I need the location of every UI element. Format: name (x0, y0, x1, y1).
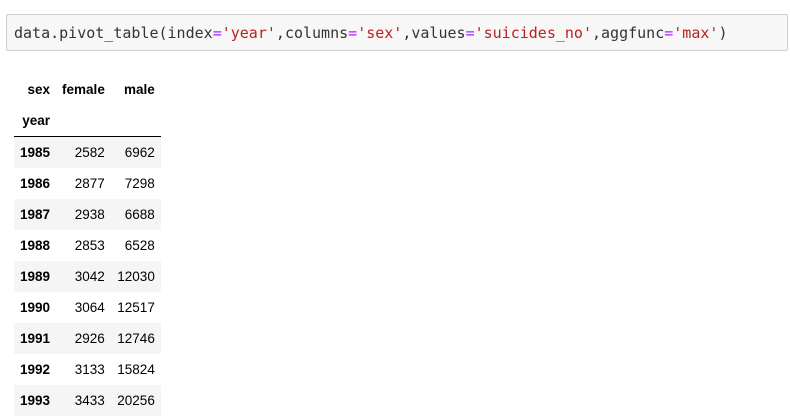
index-name-row: year (14, 105, 161, 137)
cell-female: 2582 (74, 145, 105, 160)
row-index-year: 1986 (20, 176, 51, 191)
code-token: = (212, 23, 222, 42)
cell-female: 3064 (74, 300, 105, 315)
index-name-spacer (56, 105, 111, 137)
cell-female: 2938 (74, 207, 105, 222)
code-input-cell[interactable]: data. pivot_table(index ='year', columns ='s… (6, 14, 788, 51)
table-row: 1988 2853 6528 (14, 230, 161, 261)
index-name-header: year (14, 105, 57, 137)
cell-female: 2877 (74, 176, 105, 191)
code-token: , (592, 23, 602, 42)
cell-male: 6962 (124, 145, 155, 160)
cell-male: 20256 (117, 393, 155, 408)
table-row: 1986 2877 7298 (14, 168, 161, 199)
code-token: 'sex' (357, 23, 403, 42)
code-token: pivot_table (59, 23, 159, 42)
code-token: aggfunc (601, 23, 665, 42)
code-token: 'max' (673, 23, 719, 42)
code-token: . (50, 23, 60, 42)
columns-name-header: sex (27, 82, 51, 97)
cell-male: 6528 (124, 238, 155, 253)
index-name-spacer (110, 105, 161, 137)
cell-female: 2926 (74, 331, 105, 346)
table-row: 1985 2582 6962 (14, 136, 161, 168)
row-index-year: 1991 (20, 331, 51, 346)
row-index-year: 1987 (20, 207, 51, 222)
cell-female: 3133 (74, 362, 105, 377)
row-index-year: 1993 (20, 393, 51, 408)
code-token: index (167, 23, 213, 42)
columns-header-row: sex female male (14, 74, 161, 105)
cell-male: 12746 (117, 331, 155, 346)
column-header-male: male (124, 82, 155, 97)
code-token: columns (284, 23, 349, 42)
code-token: values (411, 23, 466, 42)
row-index-year: 1989 (20, 269, 51, 284)
code-token: 'year' (221, 23, 276, 42)
code-token: = (664, 23, 674, 42)
row-index-year: 1992 (20, 362, 51, 377)
table-row: 1993 3433 20256 (14, 385, 161, 416)
code-token: data (14, 23, 51, 42)
code-token: = (348, 23, 358, 42)
code-token: , (275, 23, 285, 42)
row-index-year: 1990 (20, 300, 51, 315)
code-token: ) (718, 23, 728, 42)
cell-female: 3042 (74, 269, 105, 284)
cell-male: 12517 (117, 300, 155, 315)
cell-female: 2853 (74, 238, 105, 253)
table-row: 1992 3133 15824 (14, 354, 161, 385)
table-row: 1989 3042 12030 (14, 261, 161, 292)
table-row: 1990 3064 12517 (14, 292, 161, 323)
table-row: 1987 2938 6688 (14, 199, 161, 230)
cell-male: 6688 (124, 207, 155, 222)
pivot-table-output: sex female male year 1985 2582 6962 1986… (14, 74, 161, 416)
cell-male: 15824 (117, 362, 155, 377)
cell-female: 3433 (74, 393, 105, 408)
cell-male: 12030 (117, 269, 155, 284)
row-index-year: 1985 (20, 145, 51, 160)
code-token: 'suicides_no' (474, 23, 592, 42)
code-token: , (402, 23, 412, 42)
cell-male: 7298 (124, 176, 155, 191)
column-header-female: female (62, 82, 105, 97)
table-row: 1991 2926 12746 (14, 323, 161, 354)
code-token: = (465, 23, 475, 42)
code-token: ( (158, 23, 168, 42)
row-index-year: 1988 (20, 238, 51, 253)
